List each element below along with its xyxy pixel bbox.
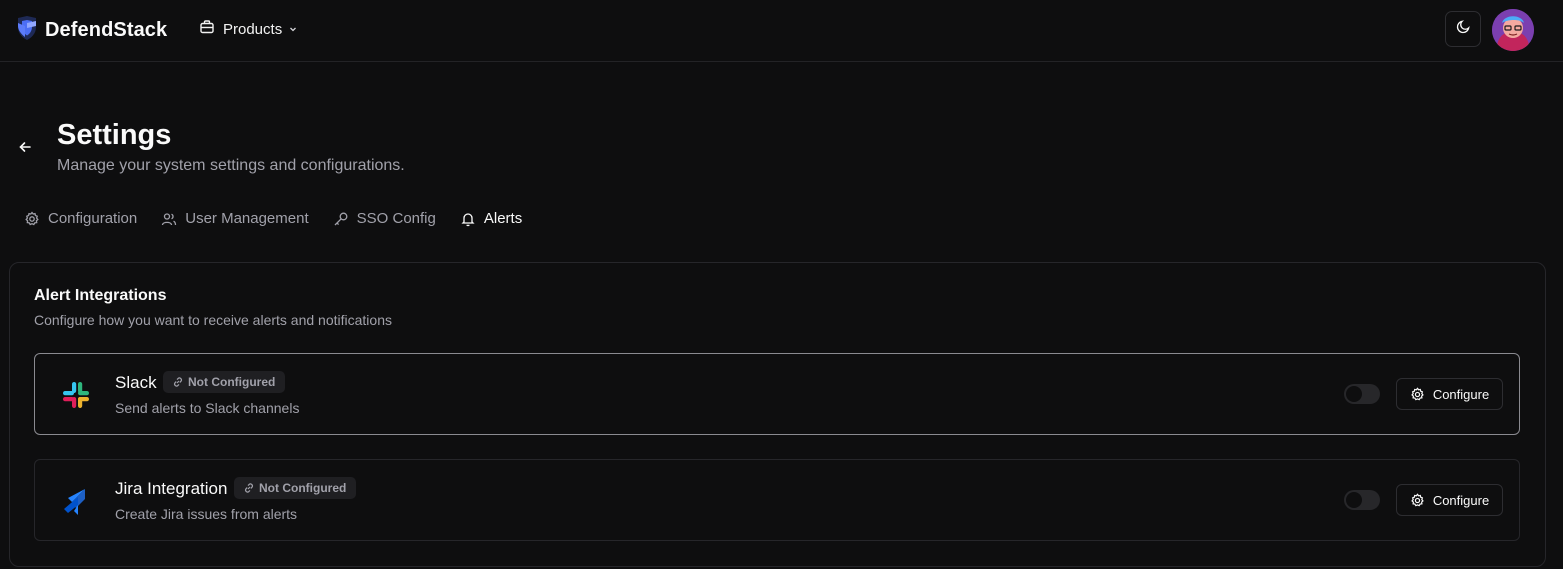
- tab-configuration[interactable]: Configuration: [24, 210, 137, 227]
- toggle-knob: [1346, 386, 1362, 402]
- integration-description: Create Jira issues from alerts: [115, 506, 298, 522]
- status-badge: Not Configured: [163, 371, 286, 393]
- gear-icon: [1410, 386, 1425, 402]
- link-icon: [172, 376, 184, 388]
- tab-label: Configuration: [48, 210, 138, 227]
- bell-icon: [460, 211, 476, 227]
- card-subtitle: Configure how you want to receive alerts…: [34, 312, 392, 328]
- products-menu-button[interactable]: Products: [199, 19, 298, 40]
- alert-integrations-card: Alert Integrations Configure how you wan…: [9, 262, 1546, 567]
- back-arrow-button[interactable]: [15, 139, 35, 159]
- tab-alerts[interactable]: Alerts: [460, 210, 522, 227]
- tab-label: Alerts: [483, 210, 523, 227]
- integration-description: Send alerts to Slack channels: [115, 400, 300, 416]
- jira-configure-button[interactable]: Configure: [1396, 484, 1503, 516]
- gear-icon: [24, 210, 40, 227]
- status-label: Not Configured: [188, 375, 276, 389]
- brand-name: DefendStack: [45, 19, 168, 41]
- integration-name: Jira Integration: [115, 479, 228, 498]
- theme-toggle-button[interactable]: [1445, 11, 1481, 47]
- jira-enable-toggle[interactable]: [1344, 490, 1380, 510]
- tab-label: User Management: [185, 210, 309, 227]
- top-navigation-bar: DefendStack Products: [0, 0, 1563, 62]
- page-title: Settings: [57, 119, 172, 151]
- tab-sso-config[interactable]: SSO Config: [333, 210, 436, 227]
- link-icon: [243, 482, 255, 494]
- configure-label: Configure: [1432, 386, 1490, 402]
- toggle-knob: [1346, 492, 1362, 508]
- moon-icon: [1456, 19, 1471, 39]
- shield-logo-icon: [16, 15, 38, 46]
- avatar[interactable]: [1492, 9, 1534, 51]
- arrow-left-icon: [18, 140, 32, 159]
- configure-label: Configure: [1432, 492, 1490, 508]
- integration-name: Slack: [115, 373, 157, 392]
- page-subtitle: Manage your system settings and configur…: [57, 157, 405, 174]
- status-badge: Not Configured: [234, 477, 357, 499]
- card-title: Alert Integrations: [34, 287, 167, 304]
- integration-slack[interactable]: Slack Not Configured Send alerts to Slac…: [34, 353, 1520, 435]
- slack-configure-button[interactable]: Configure: [1396, 378, 1503, 410]
- briefcase-icon: [199, 19, 215, 40]
- jira-icon: [60, 485, 92, 517]
- brand-logo[interactable]: DefendStack: [16, 15, 167, 46]
- settings-tabs: Configuration User Management SSO Config: [24, 210, 546, 227]
- tab-label: SSO Config: [356, 210, 436, 227]
- users-icon: [161, 211, 177, 227]
- key-icon: [333, 211, 349, 227]
- slack-icon: [60, 379, 92, 411]
- integration-jira[interactable]: Jira Integration Not Configured Create J…: [34, 459, 1520, 541]
- gear-icon: [1410, 492, 1425, 508]
- slack-enable-toggle[interactable]: [1344, 384, 1380, 404]
- tab-user-management[interactable]: User Management: [161, 210, 309, 227]
- status-label: Not Configured: [259, 481, 347, 495]
- products-label: Products: [223, 21, 283, 38]
- chevron-down-icon: [288, 21, 298, 39]
